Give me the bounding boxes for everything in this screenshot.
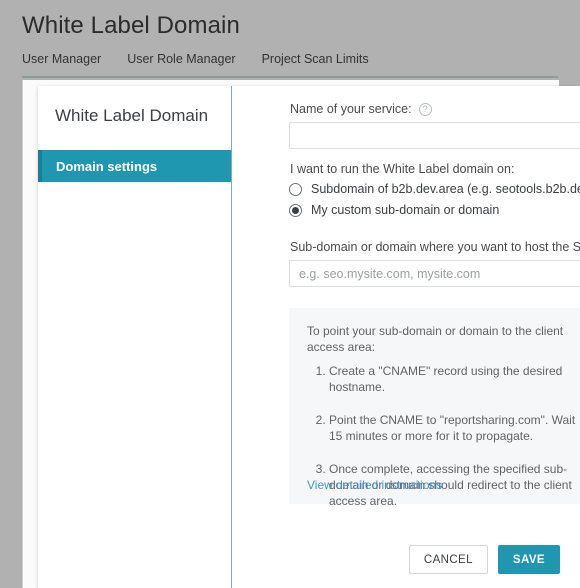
radio-mark-custom-domain[interactable] [289,203,302,217]
view-detailed-instructions-link[interactable]: View detailed instructions [307,478,442,492]
dialog-content: Name of your service: ? I want to run th… [233,86,580,588]
nav-tab-user-manager[interactable]: User Manager [22,52,101,66]
nav-tab-project-scan-limits[interactable]: Project Scan Limits [262,52,369,66]
help-circle-icon[interactable]: ? [418,102,432,116]
dialog-footer: CANCEL SAVE [233,545,580,574]
instructions-steps: Create a "CNAME" record using the desire… [307,363,580,526]
sidebar-item-accent-bar [38,150,42,182]
service-name-label: Name of your service: ? [290,102,432,116]
service-name-label-text: Name of your service: [290,102,412,116]
page-header: White Label Domain User Manager User Rol… [0,0,580,80]
nav-tabs: User Manager User Role Manager Project S… [22,52,369,66]
radio-option-subdomain[interactable]: Subdomain of b2b.dev.area (e.g. seotools… [289,182,580,196]
run-on-label: I want to run the White Label domain on: [290,162,515,176]
page-title: White Label Domain [22,12,240,39]
sidebar-item-domain-settings[interactable]: Domain settings [38,150,231,182]
instruction-step: Point the CNAME to "reportsharing.com". … [329,412,580,444]
instruction-step: Create a "CNAME" record using the desire… [329,363,580,395]
instructions-intro: To point your sub-domain or domain to th… [307,324,564,354]
service-name-input[interactable] [289,122,580,149]
nav-tab-user-role-manager[interactable]: User Role Manager [127,52,235,66]
app-root: White Label Domain User Manager User Rol… [0,0,580,588]
dns-instructions-panel: To point your sub-domain or domain to th… [289,308,580,508]
radio-option-custom-domain[interactable]: My custom sub-domain or domain [289,203,499,217]
save-button[interactable]: SAVE [497,545,560,574]
dialog-sidebar-title: White Label Domain [55,106,209,125]
dialog-sidebar: White Label Domain Domain settings [38,86,232,588]
sidebar-item-label: Domain settings [56,158,158,174]
service-name-input-wrap [289,122,580,149]
host-label: Sub-domain or domain where you want to h… [290,240,580,254]
radio-label-subdomain: Subdomain of b2b.dev.area (e.g. seotools… [311,182,580,196]
white-label-domain-dialog: White Label Domain Domain settings Name … [38,86,580,588]
dialog-body: White Label Domain Domain settings Name … [38,86,580,588]
host-label-text: Sub-domain or domain where you want to h… [290,240,580,254]
cancel-button[interactable]: CANCEL [408,545,488,574]
host-domain-input[interactable] [289,260,580,287]
nav-underline [22,76,558,78]
radio-label-custom-domain: My custom sub-domain or domain [311,203,500,217]
host-input-wrap [289,260,580,287]
radio-mark-subdomain[interactable] [289,182,302,196]
